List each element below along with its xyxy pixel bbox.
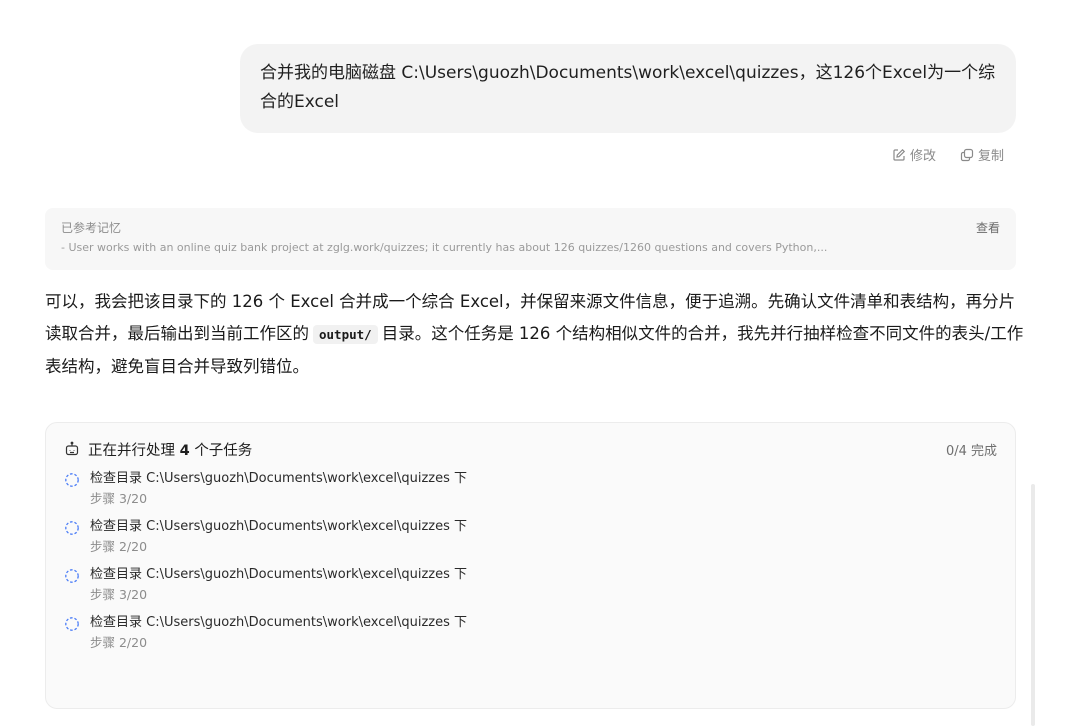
copy-icon [960,148,974,161]
subtask-count: 4 [179,442,190,459]
subtask-title-prefix: 正在并行处理 [88,442,175,459]
subtask-item: 检查目录 C:\Users\guozh\Documents\work\excel… [64,613,997,653]
copy-label: 复制 [977,149,1004,164]
assistant-answer: 可以，我会把该目录下的 126 个 Excel 合并成一个综合 Excel，并保… [45,286,1030,383]
subtask-header: 正在并行处理 4 个子任务 0/4 完成 [64,437,997,461]
user-message-text: 合并我的电脑磁盘 C:\Users\guozh\Documents\work\e… [260,63,996,112]
edit-label: 修改 [909,149,936,164]
subtask-step: 步骤 2/20 [90,635,148,650]
subtask-label: 检查目录 C:\Users\guozh\Documents\work\excel… [90,567,468,582]
subtask-status: 0/4 完成 [945,443,997,459]
subtask-label: 检查目录 C:\Users\guozh\Documents\work\excel… [90,471,468,486]
memory-content: - User works with an online quiz bank pr… [61,241,828,254]
scrollbar[interactable] [1031,484,1035,726]
edit-icon [893,148,906,161]
inline-code: output/ [313,325,378,344]
loading-spinner-icon [65,473,79,487]
subtask-title-suffix: 个子任务 [194,442,253,459]
copy-button[interactable]: 复制 [960,145,1004,164]
subtask-item: 检查目录 C:\Users\guozh\Documents\work\excel… [64,565,997,605]
chat-page: 合并我的电脑磁盘 C:\Users\guozh\Documents\work\e… [0,0,1080,726]
user-message-bubble: 合并我的电脑磁盘 C:\Users\guozh\Documents\work\e… [240,44,1016,133]
subtask-step: 步骤 3/20 [90,491,148,506]
subtask-step: 步骤 3/20 [90,587,148,602]
subtask-item: 检查目录 C:\Users\guozh\Documents\work\excel… [64,469,997,509]
memory-title: 已参考记忆 [61,221,122,235]
message-actions: 修改 复制 [892,145,1004,164]
subtask-title: 正在并行处理 4 个子任务 [88,439,252,460]
subtask-step: 步骤 2/20 [90,539,148,554]
subtask-label: 检查目录 C:\Users\guozh\Documents\work\excel… [90,615,468,630]
robot-icon [65,441,79,456]
subtask-label: 检查目录 C:\Users\guozh\Documents\work\excel… [90,519,468,534]
loading-spinner-icon [65,521,79,535]
loading-spinner-icon [65,569,79,583]
subtask-panel: 正在并行处理 4 个子任务 0/4 完成 检查目录 C:\Users\guozh… [45,422,1016,709]
loading-spinner-icon [65,617,79,631]
memory-reference-box: 已参考记忆 查看 - User works with an online qui… [45,208,1016,270]
memory-view-link[interactable]: 查看 [976,220,1000,236]
edit-button[interactable]: 修改 [892,145,936,164]
subtask-item: 检查目录 C:\Users\guozh\Documents\work\excel… [64,517,997,557]
